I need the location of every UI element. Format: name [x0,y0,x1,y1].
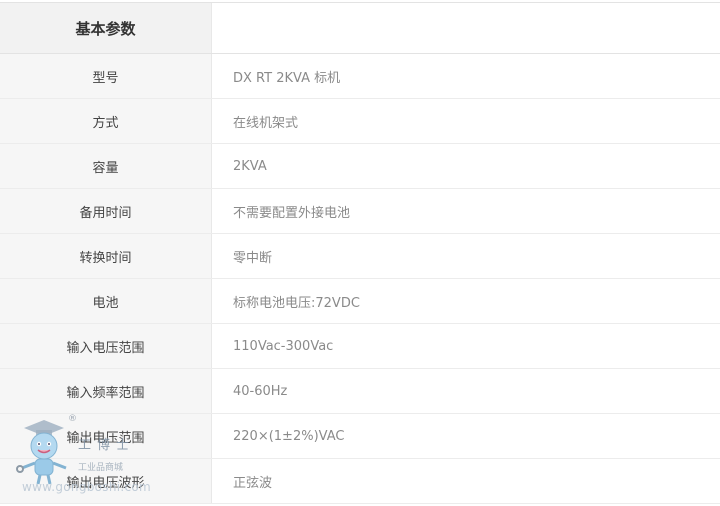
table-row: 输出电压范围 220×(1±2%)VAC [0,414,720,459]
table-row: 转换时间 零中断 [0,234,720,279]
row-label: 转换时间 [0,234,212,278]
row-label: 方式 [0,99,212,143]
spec-table: 基本参数 型号 DX RT 2KVA 标机 方式 在线机架式 容量 2KVA 备… [0,2,720,504]
table-row: 型号 DX RT 2KVA 标机 [0,54,720,99]
table-header-label: 基本参数 [0,3,212,53]
row-value: DX RT 2KVA 标机 [233,70,341,86]
table-row: 电池 标称电池电压:72VDC [0,279,720,324]
table-row: 输入电压范围 110Vac-300Vac [0,324,720,369]
table-row: 方式 在线机架式 [0,99,720,144]
row-label: 输出电压范围 [0,414,212,458]
row-value: 正弦波 [233,475,273,491]
row-value: 标称电池电压:72VDC [233,295,360,311]
row-value: 40-60Hz [233,383,288,399]
table-header-row: 基本参数 [0,3,720,54]
table-row: 输入频率范围 40-60Hz [0,369,720,414]
row-value: 220×(1±2%)VAC [233,428,345,444]
table-row: 备用时间 不需要配置外接电池 [0,189,720,234]
row-label: 备用时间 [0,189,212,233]
table-row: 容量 2KVA [0,144,720,189]
row-value: 在线机架式 [233,115,299,131]
table-header-value [212,3,720,53]
row-label: 电池 [0,279,212,323]
row-value: 110Vac-300Vac [233,338,334,354]
row-value: 2KVA [233,158,267,174]
row-label: 输出电压波形 [0,459,212,503]
row-label: 输入频率范围 [0,369,212,413]
row-label: 输入电压范围 [0,324,212,368]
table-row: 输出电压波形 正弦波 [0,459,720,504]
row-label: 容量 [0,144,212,188]
row-label: 型号 [0,54,212,98]
row-value: 零中断 [233,250,273,266]
row-value: 不需要配置外接电池 [233,205,351,221]
